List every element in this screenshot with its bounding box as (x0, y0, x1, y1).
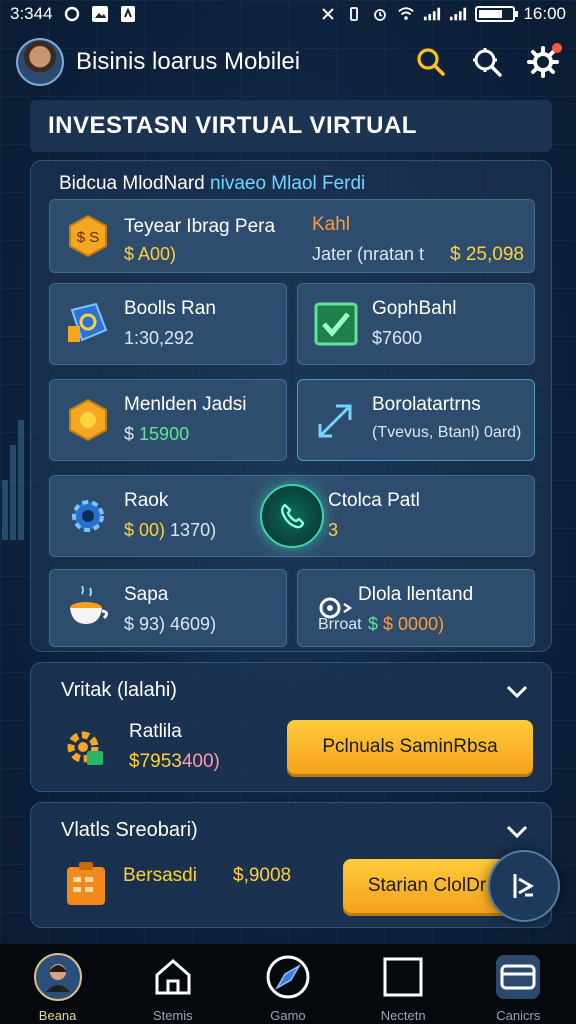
card-boolls[interactable]: Boolls Ran 1:30,292 (49, 283, 287, 365)
accordion-vritak: Vritak (lalahi) Ratlila $7953400) Pclnua… (30, 662, 552, 792)
nav-label: Nectetn (380, 1008, 426, 1023)
wifi-icon (397, 5, 415, 23)
compass-icon (263, 952, 313, 1002)
gear-coin-icon (61, 723, 111, 773)
accordion-vlatls: Vlatls Sreobari) Bersasdi $,9008 Starian… (30, 802, 552, 928)
coin-hex-icon (64, 396, 112, 444)
card-title: Menlden Jadsi (124, 394, 247, 415)
accordion-item-label: Bersasdi (123, 865, 197, 886)
card-title: Raok (124, 490, 169, 511)
exit-arrow-icon[interactable] (488, 850, 560, 922)
card-value: $ $ 0000) (368, 614, 445, 634)
notification-icon (63, 5, 81, 23)
signal-icon (423, 5, 441, 23)
card-value: $ 93) 4609) (124, 614, 217, 634)
card-raok[interactable]: Raok $ 00) 1370) Ctolca Patl 3 (49, 475, 535, 557)
card-side-title: Kahl (312, 214, 351, 235)
card-value: $ A00) (124, 244, 177, 264)
card-title: Sapa (124, 584, 169, 605)
battery-icon (475, 6, 519, 22)
status-time: 3:344 (10, 4, 53, 23)
square-icon (378, 952, 428, 1002)
house-icon (148, 952, 198, 1002)
card-value: $7600 (372, 328, 423, 348)
gear-chip-icon (64, 492, 112, 540)
nav-item-nectetn[interactable]: Nectetn (353, 952, 453, 1023)
accordion-title: Vritak (lalahi) (61, 679, 177, 701)
card-sapa[interactable]: Sapa $ 93) 4609) (49, 569, 287, 647)
card-icon (493, 952, 543, 1002)
card-value: (Tvevus, Btanl) 0ard) (372, 424, 522, 441)
card-value: $ 15900 (124, 424, 190, 444)
chevron-down-icon[interactable] (505, 821, 529, 841)
app-icon (119, 5, 137, 23)
investment-panel: Bidcua MlodNard nivaeo Mlaol Ferdi $ S T… (30, 160, 552, 652)
card-borolatartrns[interactable]: Borolatartrns (Tvevus, Btanl) 0ard) (297, 379, 535, 461)
accordion-item-value: $,9008 (233, 865, 292, 886)
nav-item-beana[interactable]: Beana (8, 952, 108, 1023)
app-title: Bisinis loarus Mobilei (76, 48, 301, 75)
alarm-icon (371, 5, 389, 23)
card-side-label: Jater (nratan t (312, 244, 425, 264)
card-side-title: Ctolca Patl (328, 490, 420, 511)
app-header: Bisinis loarus Mobilei (0, 34, 576, 90)
signal-icon-2 (449, 5, 467, 23)
card-label: Brroat (318, 616, 362, 633)
coin-box-icon: $ S (64, 212, 112, 260)
chevron-down-icon[interactable] (505, 681, 529, 701)
avatar-icon (33, 952, 83, 1002)
coffee-cup-icon (64, 584, 112, 632)
bottom-nav: Beana Stemis Gamo Nectetn Canicrs (0, 944, 576, 1024)
nav-item-stemis[interactable]: Stemis (123, 952, 223, 1023)
accordion-item-title: Ratlila (129, 721, 182, 742)
card-value: 1:30,292 (124, 328, 195, 348)
background-chart (0, 400, 30, 540)
phone-icon[interactable] (260, 484, 324, 548)
svg-text:$ S: $ S (77, 229, 100, 246)
gear-icon[interactable] (526, 43, 562, 79)
orange-box-icon (61, 859, 111, 909)
card-side-value: 3 (328, 520, 339, 540)
card-menlden[interactable]: Menlden Jadsi $ 15900 (49, 379, 287, 461)
card-title: Borolatartrns (372, 394, 481, 415)
arrow-icon (312, 396, 360, 444)
nav-label: Canicrs (496, 1008, 541, 1023)
card-dlola[interactable]: Dlola llentand Brroat $ $ 0000) (297, 569, 535, 647)
panel-heading: Bidcua MlodNard nivaeo Mlaol Ferdi (59, 173, 366, 194)
nav-item-canicrs[interactable]: Canicrs (468, 952, 568, 1023)
status-bar: 3:344 16:00 (0, 0, 576, 28)
card-teyear[interactable]: $ S Teyear Ibrag Pera $ A00) Kahl Jater … (49, 199, 535, 273)
vibrate-icon (345, 5, 363, 23)
accordion-item-value: $7953400) (129, 751, 220, 772)
card-title: GophBahl (372, 298, 457, 319)
settings-search-icon[interactable] (470, 45, 504, 79)
card-title: Dlola llentand (358, 584, 474, 605)
nav-label: Beana (38, 1008, 77, 1023)
card-gophbahl[interactable]: GophBahl $7600 (297, 283, 535, 365)
primary-action-button[interactable]: Pclnuals SaminRbsa (287, 720, 533, 774)
nav-label: Gamo (270, 1008, 306, 1023)
card-title: Teyear Ibrag Pera (124, 216, 276, 237)
search-icon[interactable] (414, 45, 448, 79)
accordion-title: Vlatls Sreobari) (61, 819, 198, 841)
image-icon (91, 5, 109, 23)
card-title: Boolls Ran (124, 298, 216, 319)
page-title: INVESTASN VIRTUAL VIRTUAL (30, 100, 552, 152)
avatar[interactable] (16, 38, 64, 86)
mute-icon (319, 5, 337, 23)
card-value: $ 00) 1370) (124, 520, 217, 540)
nav-label: Stemis (152, 1008, 193, 1023)
card-side-value: $ 25,098 (450, 244, 524, 265)
start-button[interactable]: Starian ClolDr (343, 859, 511, 913)
nav-item-gamo[interactable]: Gamo (238, 952, 338, 1023)
checkbox-icon (312, 300, 360, 348)
status-clock: 16:00 (523, 4, 566, 23)
notification-badge (552, 43, 562, 53)
shield-coin-icon (64, 300, 112, 348)
